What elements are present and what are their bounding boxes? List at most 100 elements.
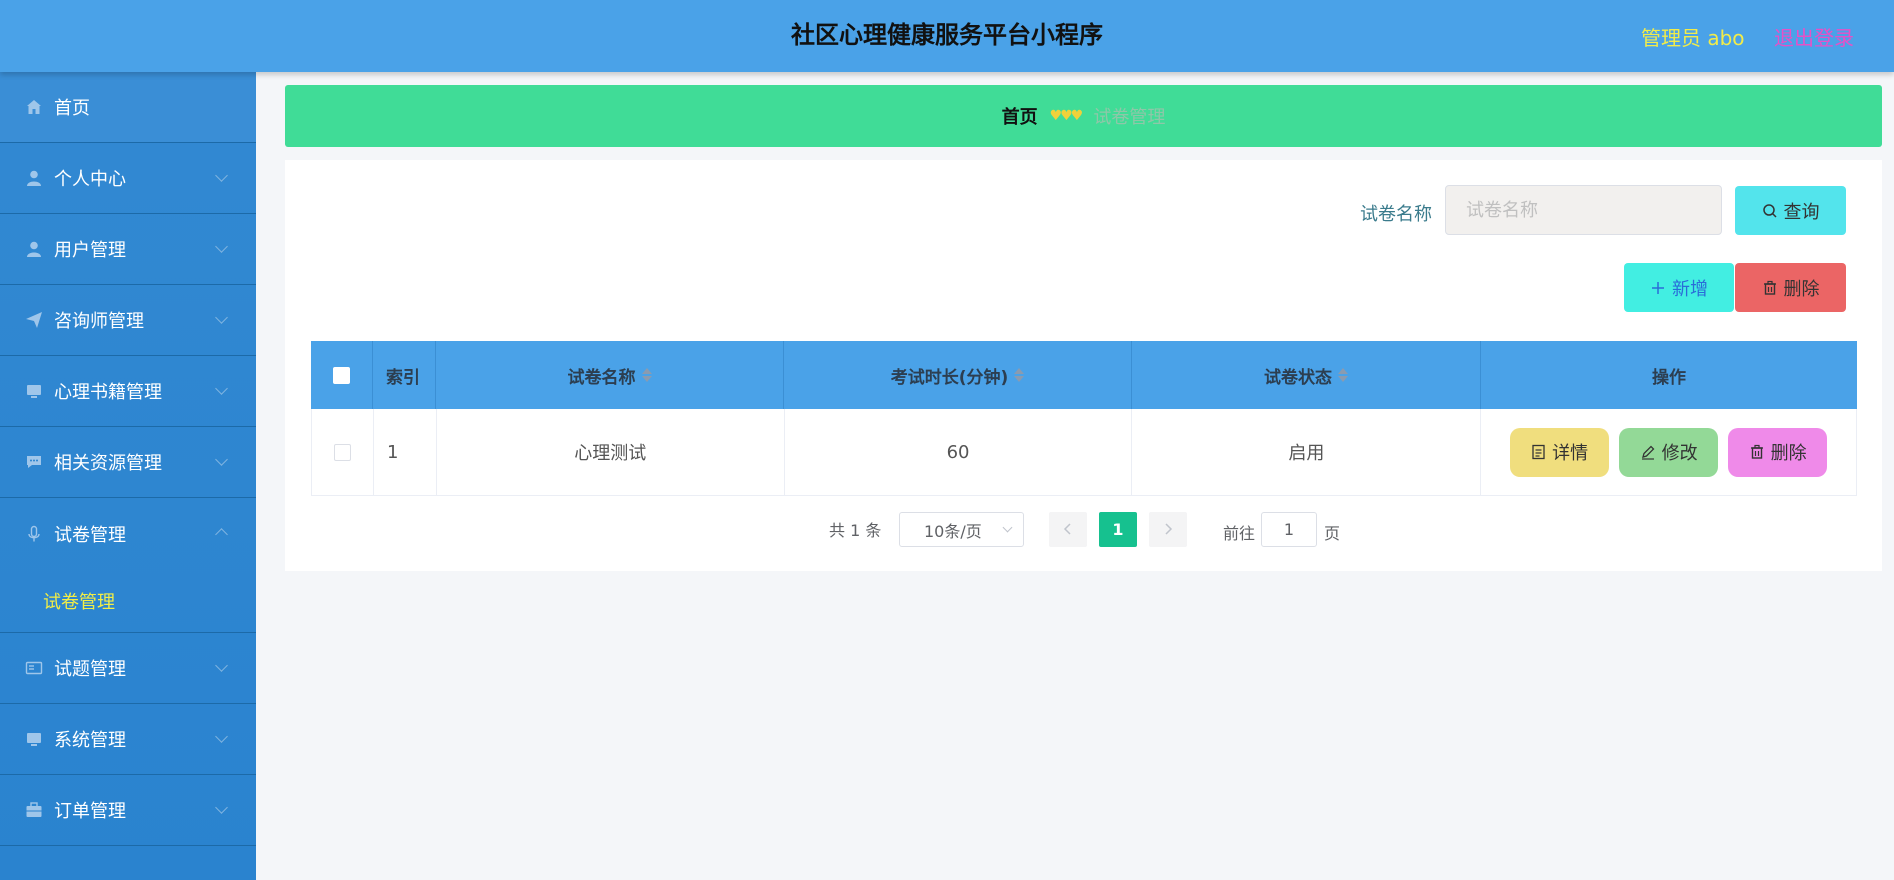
sidebar-item-label: 咨询师管理 [54,311,144,332]
column-header-label: 试卷状态 [1264,367,1332,388]
sort-icon[interactable] [1338,368,1348,382]
sidebar-item-personal-center[interactable]: 个人中心 [0,143,256,214]
sidebar-item-exam-papers[interactable]: 试卷管理 [0,498,256,569]
column-header-index: 索引 [373,341,436,409]
chevron-down-icon [215,453,228,466]
sidebar-item-users[interactable]: 用户管理 [0,214,256,285]
chevron-down-icon [215,382,228,395]
add-button-label: 新增 [1672,278,1708,300]
sidebar-item-orders[interactable]: 订单管理 [0,775,256,846]
search-input[interactable] [1445,185,1722,235]
sidebar-item-label: 个人中心 [54,169,126,190]
chevron-down-icon [215,169,228,182]
column-header-status[interactable]: 试卷状态 [1132,341,1481,409]
monitor-icon [24,381,44,401]
sidebar-item-label: 试卷管理 [54,524,126,546]
column-header-label: 考试时长(分钟) [890,367,1009,388]
document-icon [1531,444,1546,460]
sidebar-menu: 首页 个人中心 用户管理 咨询师管理 心理书籍管理 相关资源管理 试卷管理 试卷… [0,72,256,880]
sidebar-item-label: 首页 [54,98,90,119]
user-icon [24,168,44,188]
admin-username: 管理员 abo [1641,26,1745,50]
query-button-label: 查询 [1783,201,1820,223]
top-header: 社区心理健康服务平台小程序 管理员 abo 退出登录 [0,0,1894,72]
sidebar-item-label: 试题管理 [54,659,126,680]
row-actions: 详情 修改 删除 [1481,409,1857,495]
sidebar-item-questions[interactable]: 试题管理 [0,633,256,704]
column-header-duration[interactable]: 考试时长(分钟) [784,341,1132,409]
breadcrumb-home[interactable]: 首页 [1002,103,1038,129]
pagination-total: 共 1 条 [829,521,882,540]
batch-delete-button[interactable]: 删除 [1735,263,1846,312]
paper-plane-icon [24,310,44,330]
goto-suffix: 页 [1324,524,1341,543]
table-row: 1 心理测试 60 启用 详情 修改 删除 [311,409,1857,496]
column-header-actions: 操作 [1652,367,1686,388]
select-all-checkbox[interactable] [333,366,350,384]
logout-link[interactable]: 退出登录 [1774,22,1854,51]
row-select-cell [312,409,374,495]
submenu-item-exam-papers[interactable]: 试卷管理 [0,569,256,633]
breadcrumb: 首页 ♥♥♥ 试卷管理 [285,85,1882,147]
chevron-down-icon [1002,522,1013,533]
add-button[interactable]: 新增 [1624,263,1734,312]
sidebar-item-label: 用户管理 [54,240,126,261]
trash-icon [1749,444,1765,460]
sidebar-item-home[interactable]: 首页 [0,72,256,143]
query-button[interactable]: 查询 [1735,186,1846,235]
pencil-icon [1640,444,1656,460]
sidebar-item-label: 心理书籍管理 [54,382,162,403]
row-delete-button-label: 删除 [1770,443,1807,464]
row-name: 心理测试 [437,409,785,495]
sidebar-item-system[interactable]: 系统管理 [0,704,256,775]
column-header-label: 试卷名称 [567,367,636,388]
chat-icon [24,452,44,472]
chevron-down-icon [215,801,228,814]
trash-icon [1762,280,1778,296]
monitor-icon [24,729,44,749]
row-checkbox[interactable] [333,443,351,461]
select-all-cell [311,341,373,409]
search-icon [1762,203,1778,219]
chevron-down-icon [215,730,228,743]
table-header: 索引 试卷名称 考试时长(分钟) 试卷状态 操作 [311,341,1857,409]
chevron-left-icon [1063,520,1073,539]
detail-button[interactable]: 详情 [1510,427,1610,477]
goto-label: 前往 [1223,524,1256,543]
page-size-value: 10条/页 [924,521,982,541]
heart-separator-icon: ♥♥♥ [1049,108,1084,124]
chevron-down-icon [215,659,228,672]
sidebar-item-books[interactable]: 心理书籍管理 [0,356,256,427]
page-size-select[interactable]: 10条/页 [899,512,1024,547]
row-status: 启用 [1132,409,1482,495]
breadcrumb-current: 试卷管理 [1093,107,1166,128]
detail-button-label: 详情 [1552,443,1589,464]
chevron-up-icon [215,528,228,541]
chevron-right-icon [1163,520,1173,539]
page-number-current[interactable]: 1 [1099,512,1137,547]
sort-icon[interactable] [1014,368,1025,382]
next-page-button[interactable] [1149,512,1187,547]
row-delete-button[interactable]: 删除 [1728,427,1828,477]
batch-delete-button-label: 删除 [1783,278,1820,300]
sidebar-item-counselors[interactable]: 咨询师管理 [0,285,256,356]
search-label: 试卷名称 [1360,204,1432,225]
row-duration: 60 [785,409,1133,495]
edit-button-label: 修改 [1661,443,1698,464]
chevron-down-icon [215,311,228,324]
plus-icon [1650,280,1666,296]
sort-icon[interactable] [641,368,652,382]
row-index: 1 [374,409,437,495]
edit-button[interactable]: 修改 [1619,427,1719,477]
app-title: 社区心理健康服务平台小程序 [791,21,1103,49]
goto-page-input[interactable] [1261,512,1317,547]
column-header-name[interactable]: 试卷名称 [436,341,784,409]
sidebar-item-label: 相关资源管理 [54,453,162,474]
chevron-down-icon [215,240,228,253]
home-icon [24,97,44,117]
prev-page-button[interactable] [1049,512,1087,547]
microphone-icon [24,524,44,544]
sidebar-item-resources[interactable]: 相关资源管理 [0,427,256,498]
exam-paper-table: 索引 试卷名称 考试时长(分钟) 试卷状态 操作 1 心理测试 60 启用 详情… [311,341,1857,496]
sidebar-item-label: 系统管理 [54,730,126,751]
